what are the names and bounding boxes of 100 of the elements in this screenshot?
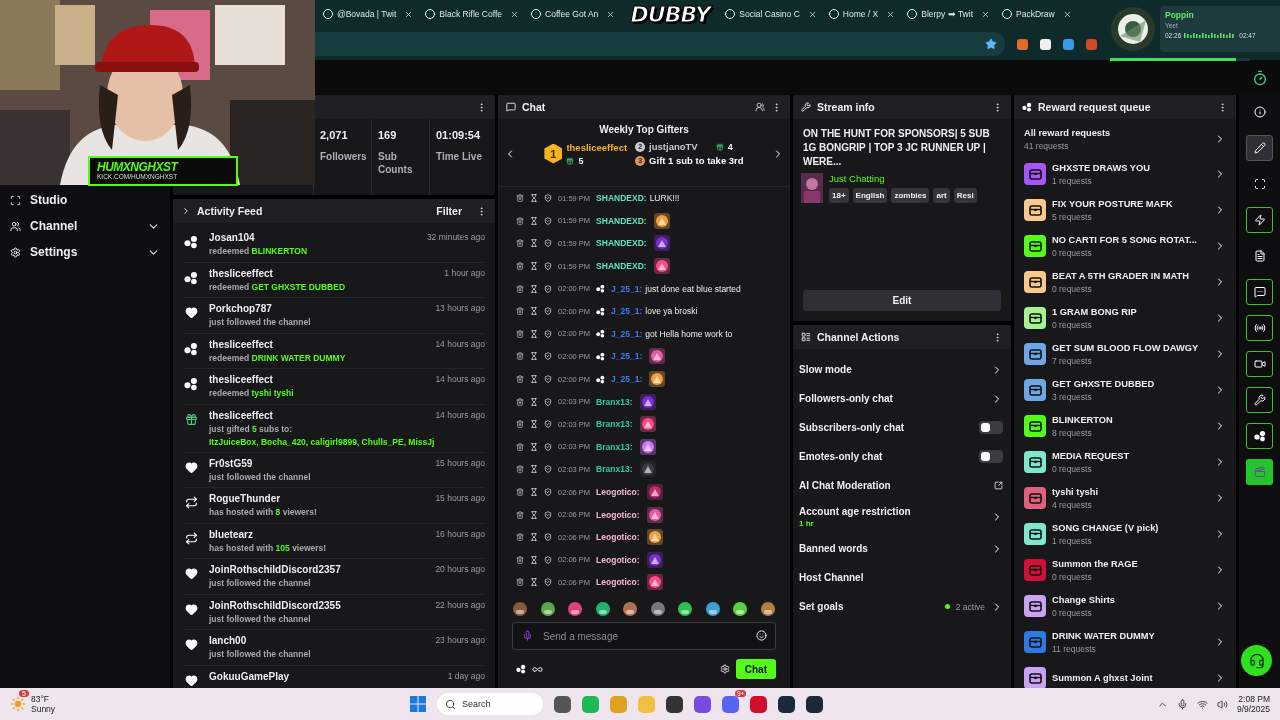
close-icon[interactable] (807, 9, 817, 19)
action-label[interactable]: Set goals (799, 601, 844, 612)
trash-icon[interactable] (516, 397, 524, 406)
chevron-right-icon[interactable] (181, 206, 191, 216)
reward-name[interactable]: All reward requests (1024, 127, 1111, 138)
browser-tab[interactable]: PackDraw (997, 2, 1077, 26)
trash-icon[interactable] (516, 442, 524, 451)
trash-icon[interactable] (516, 216, 524, 225)
toolbar-button[interactable] (1246, 387, 1273, 413)
shield-icon[interactable] (544, 442, 552, 451)
mic-icon[interactable] (1176, 698, 1188, 710)
hourglass-icon[interactable] (530, 375, 538, 384)
hourglass-icon[interactable] (530, 352, 538, 361)
hourglass-icon[interactable] (530, 329, 538, 338)
reward-name[interactable]: Summon the RAGE (1052, 558, 1138, 569)
users-icon[interactable] (755, 102, 765, 112)
shield-icon[interactable] (544, 284, 552, 293)
chat-username[interactable]: J_25_1: (611, 374, 643, 385)
shield-icon[interactable] (544, 465, 552, 474)
sidebar-item[interactable]: Settings (0, 239, 170, 265)
edit-button[interactable]: Edit (803, 290, 1001, 311)
hourglass-icon[interactable] (530, 488, 538, 496)
start-button[interactable] (410, 696, 426, 712)
close-icon[interactable] (886, 9, 896, 19)
toolbar-button[interactable] (1246, 315, 1273, 341)
reward-name[interactable]: tyshi tyshi (1052, 486, 1098, 497)
hourglass-icon[interactable] (530, 262, 538, 271)
trash-icon[interactable] (516, 194, 524, 203)
username[interactable]: JoinRothschildDiscord2357 (209, 564, 341, 575)
chat-username[interactable]: Leogotico: (596, 577, 640, 588)
close-icon[interactable] (1062, 9, 1072, 19)
emote-icon[interactable] (677, 601, 694, 617)
username[interactable]: Fr0stG59 (209, 457, 253, 469)
hourglass-icon[interactable] (530, 578, 538, 587)
reward-name[interactable]: DRINK WATER DUMMY (1052, 630, 1155, 641)
emote-icon[interactable] (759, 601, 776, 617)
username[interactable]: JoinRothschildDiscord2355 (209, 599, 341, 611)
shield-icon[interactable] (544, 533, 552, 542)
close-icon[interactable] (606, 9, 616, 19)
gifter-name[interactable]: justjanoTV (649, 141, 698, 152)
emote-icon[interactable] (539, 601, 556, 617)
browser-tab[interactable]: Coffee Got An (526, 2, 621, 26)
hourglass-icon[interactable] (530, 510, 538, 519)
app-icon[interactable] (778, 695, 795, 713)
hourglass-icon[interactable] (530, 194, 538, 203)
category-name[interactable]: Just Chatting (829, 173, 977, 184)
sidebar-item[interactable]: Studio (0, 187, 170, 213)
browser-tab[interactable]: Home / X (823, 2, 901, 26)
username[interactable]: bluetearz (209, 528, 253, 540)
chat-username[interactable]: Branx13: (596, 419, 633, 430)
trash-icon[interactable] (516, 533, 524, 542)
trash-icon[interactable] (516, 465, 524, 474)
tag[interactable]: Resi (953, 188, 977, 203)
username[interactable]: Josan104 (209, 232, 255, 243)
chat-username[interactable]: Branx13: (596, 441, 633, 452)
app-icon[interactable] (806, 695, 823, 713)
timer-icon[interactable] (1252, 69, 1268, 86)
hourglass-icon[interactable] (530, 239, 538, 248)
mic-icon[interactable] (522, 630, 533, 641)
filter-button[interactable]: Filter (428, 205, 470, 217)
shield-icon[interactable] (544, 420, 552, 429)
reward-name[interactable]: MEDIA REQUEST (1052, 450, 1130, 461)
shield-icon[interactable] (544, 262, 552, 271)
hourglass-icon[interactable] (530, 307, 538, 316)
shield-icon[interactable] (544, 352, 552, 361)
chat-username[interactable]: J_25_1: (611, 328, 643, 339)
hourglass-icon[interactable] (530, 420, 538, 429)
trash-icon[interactable] (516, 239, 524, 248)
shield-icon[interactable] (544, 555, 552, 564)
toolbar-button[interactable] (1246, 279, 1273, 305)
toolbar-button[interactable] (1246, 423, 1273, 449)
reward-name[interactable]: Summon A ghxst Joint (1052, 673, 1153, 683)
action-label[interactable]: Subscribers-only chat (799, 422, 905, 433)
hourglass-icon[interactable] (530, 397, 538, 406)
reward-name[interactable]: FIX YOUR POSTURE MAFK (1052, 198, 1173, 209)
action-label[interactable]: Host Channel (799, 572, 864, 583)
tag[interactable]: zombies (891, 188, 930, 203)
volume-icon[interactable] (1216, 698, 1228, 710)
trash-icon[interactable] (516, 555, 524, 564)
username[interactable]: thesliceeffect (209, 409, 273, 421)
reward-name[interactable]: Change Shirts (1052, 594, 1116, 605)
reward-name[interactable]: BEAT A 5TH GRADER IN MATH (1052, 270, 1189, 281)
tag[interactable]: 18+ (829, 188, 849, 203)
hourglass-icon[interactable] (530, 555, 538, 564)
toolbar-button[interactable] (1246, 207, 1273, 233)
username[interactable]: GokuuGamePlay (209, 670, 290, 682)
chat-username[interactable]: Branx13: (596, 464, 633, 475)
hourglass-icon[interactable] (530, 533, 538, 542)
trash-icon[interactable] (516, 352, 524, 361)
browser-tab[interactable]: Black Rifle Coffe (420, 2, 525, 26)
smile-icon[interactable] (756, 630, 767, 641)
hourglass-icon[interactable] (530, 465, 538, 474)
trash-icon[interactable] (516, 488, 524, 496)
emote-icon[interactable] (512, 601, 528, 617)
close-icon[interactable] (510, 9, 520, 19)
trash-icon[interactable] (516, 578, 524, 587)
username[interactable]: thesliceeffect (209, 374, 273, 385)
toggle-switch[interactable] (979, 450, 1003, 463)
app-icon[interactable] (554, 695, 571, 713)
trash-icon[interactable] (516, 262, 524, 271)
